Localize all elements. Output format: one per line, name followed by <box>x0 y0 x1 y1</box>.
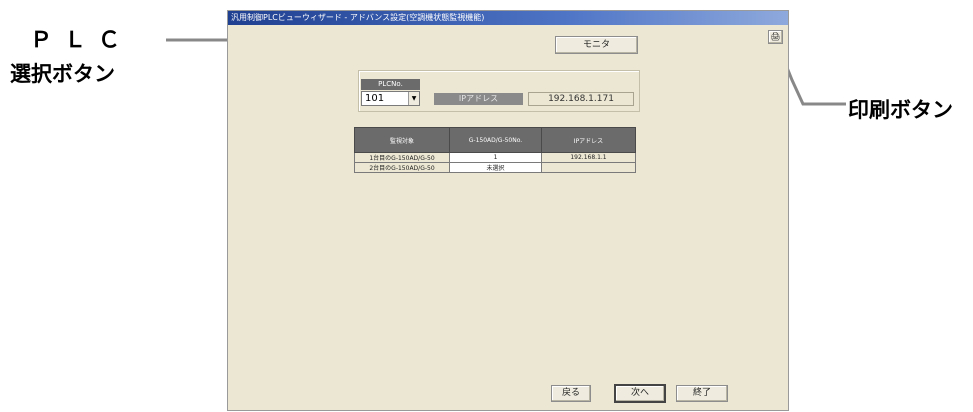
monitor-button[interactable]: モニタ <box>555 36 638 54</box>
plc-select[interactable]: 101 ▼ <box>361 91 420 106</box>
back-button[interactable]: 戻る <box>551 385 591 402</box>
row-ip-value: 192.168.1.1 <box>541 152 636 163</box>
row-target-label: 2台目のG-150AD/G-50 <box>354 162 450 173</box>
plc-callout-title: ＰＬＣ <box>30 28 133 53</box>
print-button[interactable]: 🖨 <box>768 30 783 44</box>
plc-callout-subtitle: 選択ボタン <box>10 62 115 86</box>
plc-number-label: PLCNo. <box>361 79 420 90</box>
ip-address-value: 192.168.1.171 <box>528 92 634 106</box>
ip-address-label: IPアドレス <box>434 93 523 105</box>
row-ip-value <box>541 162 636 173</box>
row-number-select[interactable]: 1 <box>449 152 542 163</box>
monitor-target-table: 監視対象 G-150AD/G-50No. IPアドレス 1台目のG-150AD/… <box>354 127 636 173</box>
column-header-target: 監視対象 <box>354 127 450 153</box>
row-target-label: 1台目のG-150AD/G-50 <box>354 152 450 163</box>
window-title: 汎用制御PLCビューウィザード - アドバンス設定(空調機状態監視機能) <box>228 11 788 25</box>
table-row: 2台目のG-150AD/G-50 未選択 <box>354 162 636 173</box>
row-number-select[interactable]: 未選択 <box>449 162 542 173</box>
table-row: 1台目のG-150AD/G-50 1 192.168.1.1 <box>354 152 636 163</box>
next-button[interactable]: 次へ <box>614 384 666 403</box>
chevron-down-icon[interactable]: ▼ <box>408 92 419 105</box>
app-window: 汎用制御PLCビューウィザード - アドバンス設定(空調機状態監視機能) モニタ… <box>227 10 789 411</box>
column-header-ip: IPアドレス <box>541 127 636 153</box>
column-header-number: G-150AD/G-50No. <box>449 127 542 153</box>
print-callout-label: 印刷ボタン <box>848 98 953 122</box>
printer-icon: 🖨 <box>770 32 781 41</box>
finish-button[interactable]: 終了 <box>676 385 728 402</box>
plc-select-value: 101 <box>365 93 385 104</box>
table-header-row: 監視対象 G-150AD/G-50No. IPアドレス <box>354 127 636 153</box>
